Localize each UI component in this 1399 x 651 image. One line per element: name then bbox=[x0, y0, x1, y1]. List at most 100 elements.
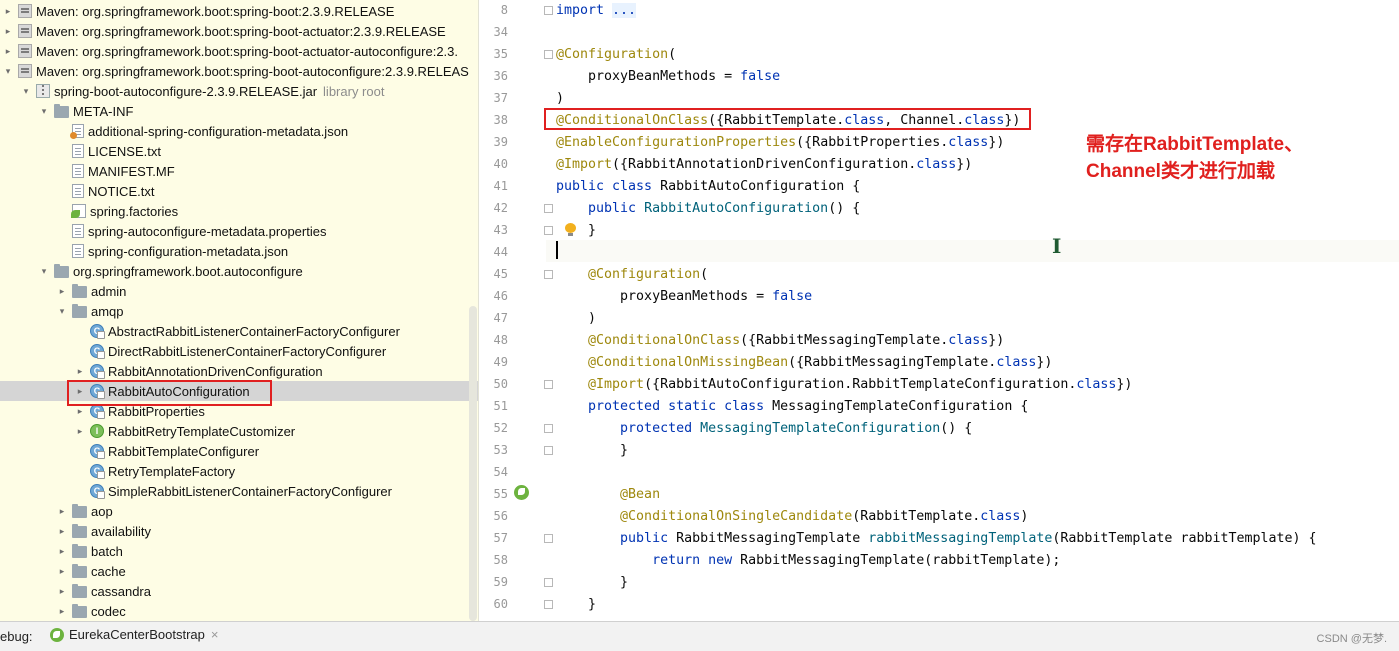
code-line[interactable]: } bbox=[556, 440, 628, 462]
code-line[interactable]: @ConditionalOnSingleCandidate(RabbitTemp… bbox=[556, 506, 1028, 528]
line-number: 45 bbox=[493, 267, 508, 281]
debug-tab-eureka[interactable]: EurekaCenterBootstrap × bbox=[50, 627, 218, 642]
line-number: 38 bbox=[493, 113, 508, 127]
code-line[interactable]: @Configuration( bbox=[556, 264, 708, 286]
tree-item[interactable]: ▸ C RabbitAnnotationDrivenConfiguration bbox=[0, 361, 478, 381]
chevron-down-icon[interactable]: ▾ bbox=[56, 301, 68, 321]
fold-toggle-icon[interactable] bbox=[544, 270, 553, 279]
tree-item[interactable]: ▸ codec bbox=[0, 601, 478, 621]
tree-item[interactable]: ▸ C RabbitProperties bbox=[0, 401, 478, 421]
tree-item[interactable]: ▸ availability bbox=[0, 521, 478, 541]
chevron-down-icon[interactable]: ▾ bbox=[38, 261, 50, 281]
code-line[interactable]: public RabbitAutoConfiguration() { bbox=[556, 198, 860, 220]
tree-item[interactable]: NOTICE.txt bbox=[0, 181, 478, 201]
fold-toggle-icon[interactable] bbox=[544, 204, 553, 213]
chevron-right-icon[interactable]: ▸ bbox=[2, 21, 14, 41]
tree-item[interactable]: ▸ admin bbox=[0, 281, 478, 301]
chevron-right-icon[interactable]: ▸ bbox=[56, 501, 68, 521]
tree-item[interactable]: ▸ Maven: org.springframework.boot:spring-… bbox=[0, 41, 478, 61]
tree-item[interactable]: additional-spring-configuration-metadata… bbox=[0, 121, 478, 141]
tree-item[interactable]: ▸ Maven: org.springframework.boot:spring-… bbox=[0, 1, 478, 21]
fold-toggle-icon[interactable] bbox=[544, 600, 553, 609]
chevron-right-icon[interactable]: ▸ bbox=[2, 1, 14, 21]
tree-item[interactable]: spring-autoconfigure-metadata.properties bbox=[0, 221, 478, 241]
code-token: }) bbox=[988, 135, 1005, 150]
lightbulb-icon[interactable] bbox=[565, 223, 576, 237]
fold-toggle-icon[interactable] bbox=[544, 50, 553, 59]
tree-item[interactable]: ▸ I RabbitRetryTemplateCustomizer bbox=[0, 421, 478, 441]
code-line[interactable]: @Import({RabbitAutoConfiguration.RabbitT… bbox=[556, 374, 1132, 396]
code-line[interactable]: @EnableConfigurationProperties({RabbitPr… bbox=[556, 132, 1004, 154]
tree-item[interactable]: ▾ spring-boot-autoconfigure-2.3.9.RELEASE… bbox=[0, 81, 478, 101]
code-editor[interactable]: 8 import ... 34 35 @Configuration(36 proxyBe… bbox=[480, 0, 1399, 621]
tree-item[interactable]: ▸ cache bbox=[0, 561, 478, 581]
tree-item[interactable]: ▸ cassandra bbox=[0, 581, 478, 601]
tree-item[interactable]: C SimpleRabbitListenerContainerFactoryCon… bbox=[0, 481, 478, 501]
tree-item[interactable]: ▾ META-INF bbox=[0, 101, 478, 121]
fold-toggle-icon[interactable] bbox=[544, 578, 553, 587]
code-line[interactable]: protected static class MessagingTemplate… bbox=[556, 396, 1028, 418]
fold-toggle-icon[interactable] bbox=[544, 6, 553, 15]
code-line[interactable]: public RabbitMessagingTemplate rabbitMes… bbox=[556, 528, 1317, 550]
chevron-right-icon[interactable]: ▸ bbox=[56, 281, 68, 301]
chevron-right-icon[interactable]: ▸ bbox=[56, 581, 68, 601]
chevron-down-icon[interactable]: ▾ bbox=[20, 81, 32, 101]
tree-item[interactable]: C DirectRabbitListenerContainerFactoryCon… bbox=[0, 341, 478, 361]
code-line[interactable]: @ConditionalOnMissingBean({RabbitMessagi… bbox=[556, 352, 1052, 374]
chevron-right-icon[interactable]: ▸ bbox=[74, 421, 86, 441]
fold-toggle-icon[interactable] bbox=[544, 534, 553, 543]
chevron-right-icon[interactable]: ▸ bbox=[74, 401, 86, 421]
fold-toggle-icon[interactable] bbox=[544, 446, 553, 455]
code-line[interactable]: } bbox=[556, 572, 628, 594]
code-line[interactable]: @ConditionalOnClass({RabbitMessagingTemp… bbox=[556, 330, 1004, 352]
tree-item[interactable]: spring-configuration-metadata.json bbox=[0, 241, 478, 261]
code-line[interactable]: proxyBeanMethods = false bbox=[556, 66, 780, 88]
code-line[interactable]: @Configuration( bbox=[556, 44, 676, 66]
tree-item[interactable]: ▸ aop bbox=[0, 501, 478, 521]
code-line[interactable]: } bbox=[556, 220, 596, 242]
tree-item-label: RetryTemplateFactory bbox=[108, 463, 236, 479]
tree-item[interactable]: ▾ org.springframework.boot.autoconfigure bbox=[0, 261, 478, 281]
code-token: ({RabbitMessagingTemplate. bbox=[740, 333, 949, 348]
tree-item-label: Maven: org.springframework.boot:spring-b… bbox=[36, 3, 395, 19]
chevron-right-icon[interactable]: ▸ bbox=[56, 521, 68, 541]
tree-item[interactable]: LICENSE.txt bbox=[0, 141, 478, 161]
tree-item[interactable]: ▸ Maven: org.springframework.boot:spring-… bbox=[0, 21, 478, 41]
fold-toggle-icon[interactable] bbox=[544, 226, 553, 235]
code-line[interactable]: @Import({RabbitAnnotationDrivenConfigura… bbox=[556, 154, 972, 176]
fold-toggle-icon[interactable] bbox=[544, 424, 553, 433]
tree-item[interactable]: MANIFEST.MF bbox=[0, 161, 478, 181]
tree-item[interactable]: ▾ amqp bbox=[0, 301, 478, 321]
code-line[interactable]: ) bbox=[556, 308, 596, 330]
code-line[interactable]: ) bbox=[556, 88, 564, 110]
code-line[interactable]: import ... bbox=[556, 0, 637, 22]
chevron-right-icon[interactable]: ▸ bbox=[56, 561, 68, 581]
code-line[interactable]: proxyBeanMethods = false bbox=[556, 286, 812, 308]
tree-item[interactable]: C RabbitTemplateConfigurer bbox=[0, 441, 478, 461]
code-line[interactable]: } bbox=[556, 594, 596, 616]
fold-toggle-icon[interactable] bbox=[544, 380, 553, 389]
chevron-right-icon[interactable]: ▸ bbox=[56, 601, 68, 621]
code-line[interactable]: return new RabbitMessagingTemplate(rabbi… bbox=[556, 550, 1060, 572]
chevron-right-icon[interactable]: ▸ bbox=[2, 41, 14, 61]
tree-item[interactable]: ▸ batch bbox=[0, 541, 478, 561]
tree-item[interactable]: ▸ C RabbitAutoConfiguration bbox=[0, 381, 478, 401]
code-line[interactable]: protected MessagingTemplateConfiguration… bbox=[556, 418, 972, 440]
chevron-down-icon[interactable]: ▾ bbox=[38, 101, 50, 121]
tree-item[interactable]: C AbstractRabbitListenerContainerFactoryC… bbox=[0, 321, 478, 341]
code-line[interactable]: @Bean bbox=[556, 484, 660, 506]
code-line[interactable]: public class RabbitAutoConfiguration { bbox=[556, 176, 860, 198]
line-number: 42 bbox=[493, 201, 508, 215]
tree-item[interactable]: spring.factories bbox=[0, 201, 478, 221]
chevron-down-icon[interactable]: ▾ bbox=[2, 61, 14, 81]
project-tree[interactable]: ▸ Maven: org.springframework.boot:spring-… bbox=[0, 0, 479, 621]
chevron-right-icon[interactable]: ▸ bbox=[74, 381, 86, 401]
spring-bean-icon[interactable] bbox=[514, 485, 529, 500]
tree-scrollbar[interactable] bbox=[469, 306, 477, 621]
close-icon[interactable]: × bbox=[211, 627, 219, 642]
chevron-right-icon[interactable]: ▸ bbox=[74, 361, 86, 381]
chevron-right-icon[interactable]: ▸ bbox=[56, 541, 68, 561]
tree-item[interactable]: C RetryTemplateFactory bbox=[0, 461, 478, 481]
tree-item[interactable]: ▾ Maven: org.springframework.boot:spring-… bbox=[0, 61, 478, 81]
